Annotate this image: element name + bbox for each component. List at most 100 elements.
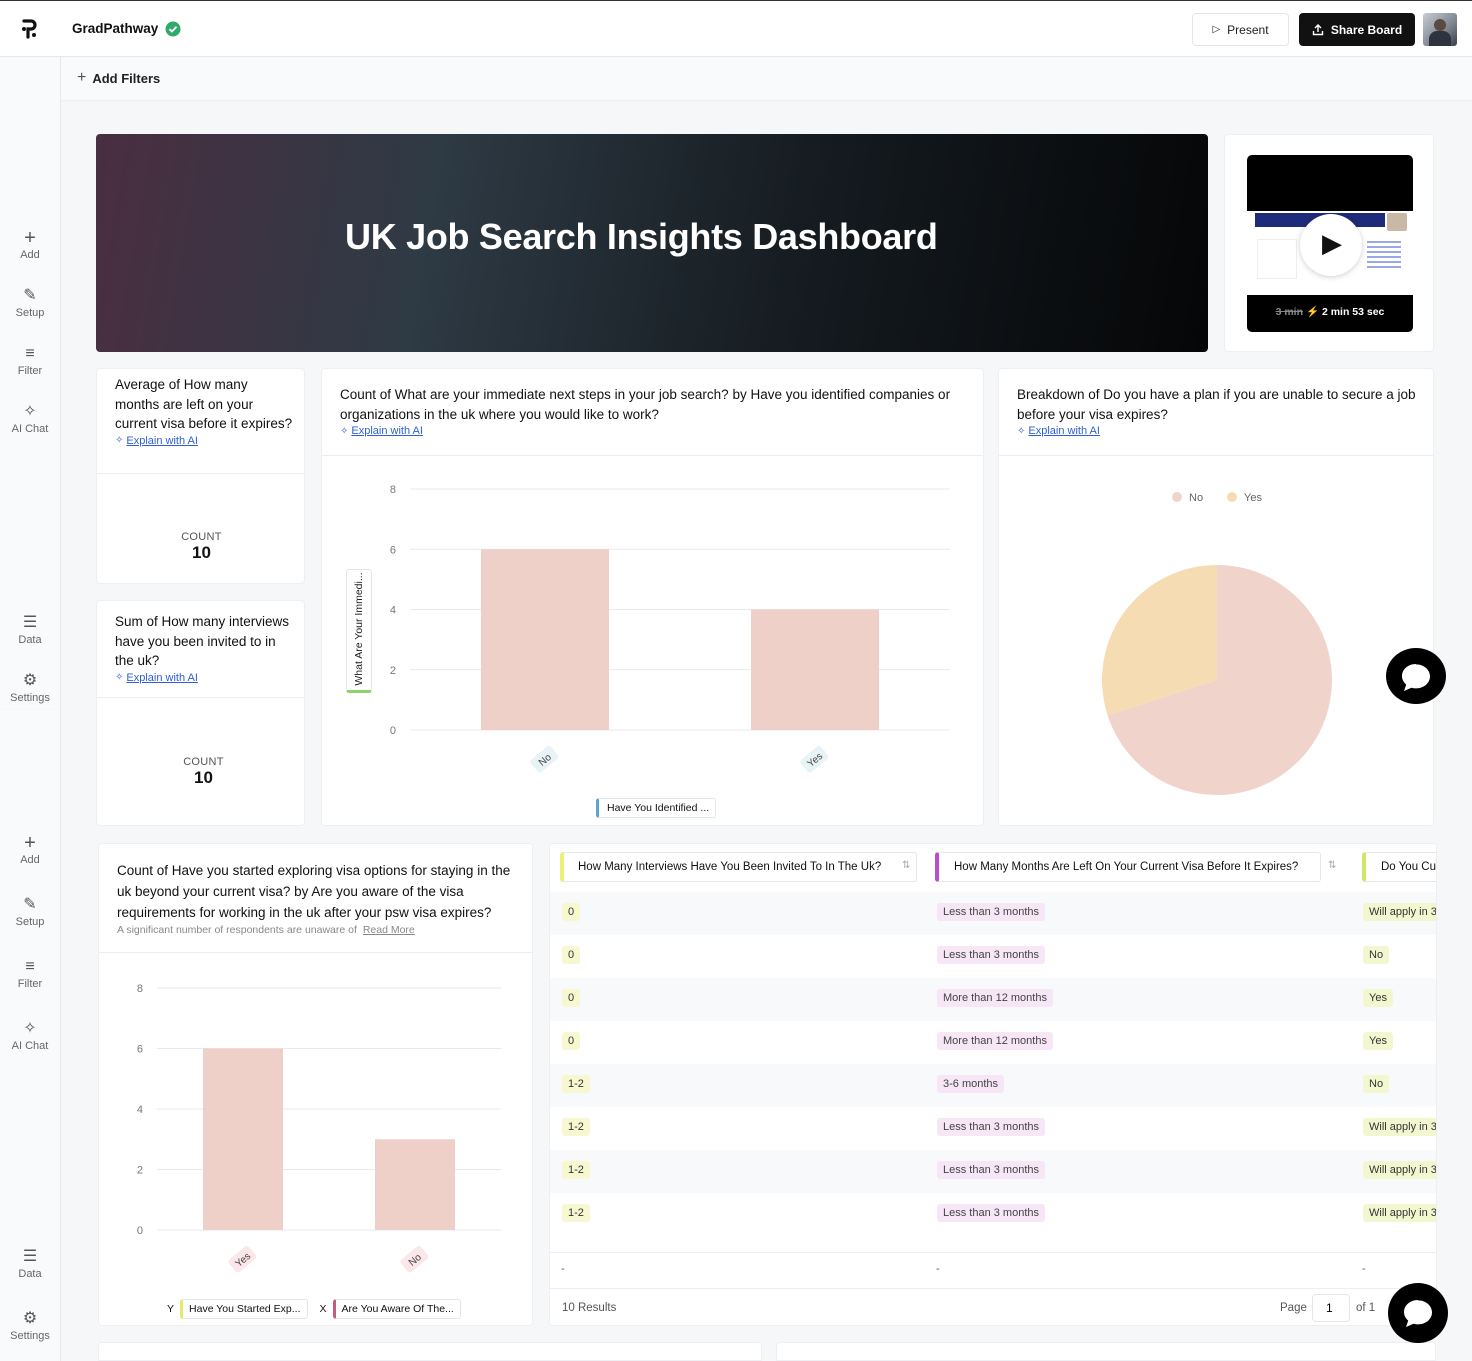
sidebar-item-setup[interactable]: ✎ Setup: [0, 285, 60, 319]
table-row[interactable]: 1-2 Less than 3 months Will apply in 3: [550, 1150, 1436, 1193]
sparkle-icon: ✧: [115, 672, 124, 683]
explain-with-ai-link[interactable]: ✧ Explain with AI: [1017, 425, 1417, 437]
plus-icon: +: [24, 832, 36, 854]
table-row[interactable]: 0 More than 12 months Yes: [550, 978, 1436, 1021]
video-speed: 1.2x: [1323, 283, 1348, 297]
sidebar-item-setup[interactable]: ✎ Setup: [0, 894, 60, 928]
page-input[interactable]: [1312, 1294, 1350, 1322]
explain-link-text[interactable]: Explain with AI: [1028, 425, 1100, 437]
sidebar-item-filter[interactable]: ≡ Filter: [0, 956, 60, 990]
y-axis-chip[interactable]: Have You Started Exp...: [180, 1299, 308, 1319]
sort-icon[interactable]: ⇅: [1328, 860, 1336, 871]
sidebar-item-filter[interactable]: ≡ Filter: [0, 343, 60, 377]
add-filters-label: Add Filters: [92, 70, 161, 86]
database-icon: ☰: [22, 614, 38, 631]
chat-support-button-lower[interactable]: [1388, 1283, 1448, 1343]
x-axis-chip[interactable]: Have You Identified ...: [596, 798, 717, 818]
workspace-name[interactable]: GradPathway: [72, 21, 158, 36]
sparkle-icon: ✧: [340, 425, 349, 437]
column-header[interactable]: How Many Months Are Left On Your Current…: [935, 852, 1321, 882]
sidebar-item-data[interactable]: ☰ Data: [0, 612, 60, 646]
table-row[interactable]: 0 Less than 3 months No: [550, 935, 1436, 978]
chart-title: Count of What are your immediate next st…: [340, 387, 951, 422]
table-cell: 1-2: [562, 1118, 590, 1136]
explain-link-text[interactable]: Explain with AI: [126, 435, 198, 447]
sidebar-label: Setup: [15, 307, 45, 319]
sidebar-item-add[interactable]: + Add: [0, 227, 60, 261]
chart-card-visa-options: Count of Have you started exploring visa…: [98, 843, 533, 1326]
hero-banner: UK Job Search Insights Dashboard: [96, 134, 1208, 352]
column-header[interactable]: How Many Interviews Have You Been Invite…: [560, 852, 917, 882]
y-axis-chip[interactable]: What Are Your Immedi...: [346, 569, 372, 693]
sidebar-item-add[interactable]: + Add: [0, 832, 60, 866]
table-cell: Will apply in 3: [1363, 1204, 1436, 1222]
read-more-link[interactable]: Read More: [363, 924, 415, 936]
gear-icon: ⚙: [22, 1310, 38, 1327]
gear-icon: ⚙: [22, 672, 38, 689]
y-tick-label: 6: [137, 1044, 143, 1056]
table-row[interactable]: 1-2 Less than 3 months Will apply in 3: [550, 1107, 1436, 1150]
sparkle-icon: ✧: [23, 403, 37, 420]
explain-link-text[interactable]: Explain with AI: [126, 672, 198, 684]
insight-text: A significant number of respondents are …: [117, 924, 357, 936]
table-cell: Will apply in 3: [1363, 903, 1436, 921]
sidebar: + Add ✎ Setup ≡ Filter ✧ AI Chat ☰ Data ⚙ Sett…: [0, 57, 61, 709]
app-logo-icon[interactable]: [20, 18, 40, 40]
explain-with-ai-link[interactable]: ✧ Explain with AI: [115, 672, 293, 684]
y-tick-label: 2: [390, 665, 396, 677]
user-avatar[interactable]: [1423, 13, 1457, 46]
table-cell: Less than 3 months: [937, 1161, 1046, 1179]
column-header[interactable]: Do You Cur: [1362, 852, 1436, 882]
explain-with-ai-link[interactable]: ✧ Explain with AI: [115, 435, 293, 447]
share-board-button[interactable]: Share Board: [1299, 13, 1415, 46]
summary-cell: -: [936, 1263, 940, 1275]
sidebar-item-ai-chat[interactable]: ✧ AI Chat: [0, 1018, 60, 1052]
x-axis-chip[interactable]: Are You Aware Of The...: [332, 1299, 461, 1319]
sidebar-item-ai-chat[interactable]: ✧ AI Chat: [0, 401, 60, 435]
present-button[interactable]: ▷ Present: [1192, 13, 1289, 46]
table-cell: Less than 3 months: [937, 1204, 1046, 1222]
explain-link-text[interactable]: Explain with AI: [351, 425, 423, 437]
table-body: 0 Less than 3 months Will apply in 3 0 Less …: [550, 892, 1436, 1252]
y-tick-label: 6: [390, 544, 396, 556]
x-tick: No: [400, 1245, 429, 1273]
explain-with-ai-link[interactable]: ✧ Explain with AI: [340, 425, 965, 437]
bar-chart-visa-options: 0 2 4 6 8 Yes No: [137, 983, 501, 1273]
bar-chart-next-steps: 0 2 4 6 8 No Yes: [390, 484, 950, 773]
kpi-title: Average of How many months are left on y…: [115, 377, 293, 431]
chart-card-visa-plan: Breakdown of Do you have a plan if you a…: [998, 368, 1434, 826]
add-filters-button[interactable]: + Add Filters: [77, 69, 160, 87]
y-tick-label: 0: [390, 725, 396, 737]
sparkle-icon: ✧: [1017, 425, 1026, 437]
table-header: How Many Interviews Have You Been Invite…: [550, 844, 1436, 890]
table-row[interactable]: 0 More than 12 months Yes: [550, 1021, 1436, 1064]
insight-line: A significant number of respondents are …: [117, 924, 517, 936]
chat-support-button[interactable]: [1386, 648, 1446, 704]
table-cell: 0: [562, 946, 581, 964]
sidebar-item-settings[interactable]: ⚙ Settings: [0, 670, 60, 704]
video-player[interactable]: ▶ ◔ 1.2x 3 min ⚡ 2 min 53 sec: [1247, 155, 1413, 332]
x-prefix: X: [319, 1303, 327, 1315]
table-row[interactable]: 0 Less than 3 months Will apply in 3: [550, 892, 1436, 935]
bar: [375, 1139, 455, 1230]
lightning-icon: ⚡: [1305, 306, 1320, 318]
table-cell: Yes: [1363, 989, 1393, 1007]
sidebar-item-data[interactable]: ☰ Data: [0, 1246, 60, 1280]
sidebar-item-settings[interactable]: ⚙ Settings: [0, 1308, 60, 1342]
table-cell: 1-2: [562, 1075, 590, 1093]
table-row[interactable]: 1-2 3-6 months No: [550, 1064, 1436, 1107]
sidebar-label: Add: [20, 854, 40, 866]
share-icon: [1312, 23, 1324, 35]
table-row[interactable]: 1-2 Less than 3 months Will apply in 3: [550, 1193, 1436, 1236]
sidebar-lower: + Add ✎ Setup ≡ Filter ✧ AI Chat ☰ Data ⚙ Sett…: [0, 710, 61, 1361]
top-bar: GradPathway ▷ Present Share Board: [0, 0, 1472, 57]
y-axis-label: What Are Your Immedi...: [353, 572, 365, 686]
chart-title: Count of Have you started exploring visa…: [117, 863, 511, 920]
play-button[interactable]: ▶: [1300, 214, 1362, 276]
table-cell: 3-6 months: [937, 1075, 1005, 1093]
sort-icon[interactable]: ⇅: [902, 860, 910, 871]
kpi-value: 10: [192, 543, 211, 562]
y-tick-label: 8: [390, 484, 396, 496]
table-cell: Yes: [1363, 1032, 1393, 1050]
summary-cell: -: [1362, 1263, 1366, 1275]
